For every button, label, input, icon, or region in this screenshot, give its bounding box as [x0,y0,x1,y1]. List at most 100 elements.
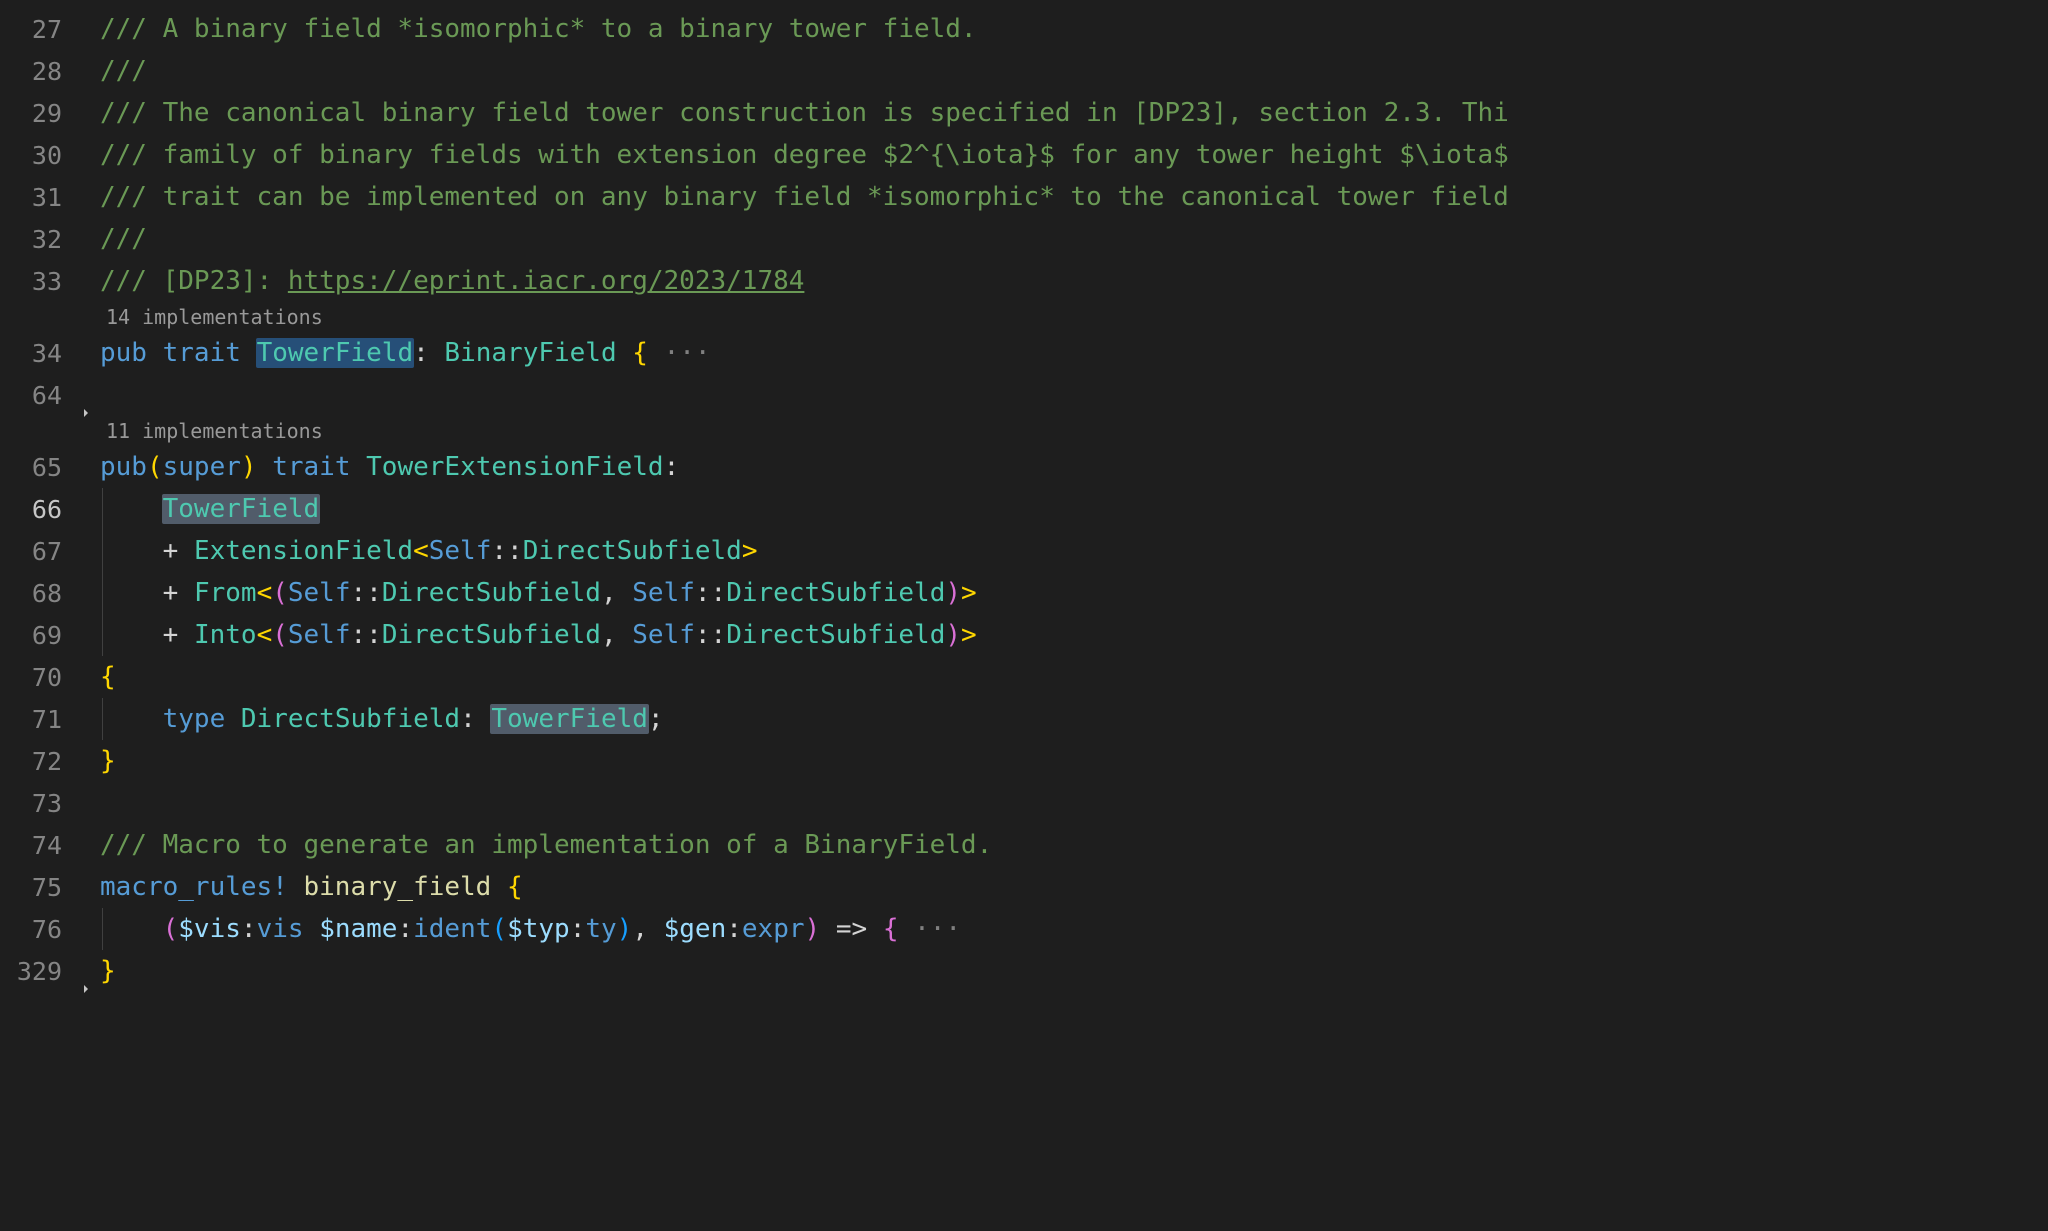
assoc-type: DirectSubfield [726,578,945,608]
code-line[interactable]: + ExtensionField<Self::DirectSubfield> [100,530,2048,572]
line-number[interactable]: 72 [32,740,62,782]
macro-metavar: $name [319,914,397,944]
code-line[interactable]: + Into<(Self::DirectSubfield, Self::Dire… [100,614,2048,656]
comma: , [601,578,632,608]
code-line[interactable]: } [100,950,2048,992]
folded-ellipsis[interactable]: ··· [898,914,961,944]
angle-close: > [961,620,977,650]
code-line[interactable]: ($vis:vis $name:ident($typ:ty), $gen:exp… [100,908,2048,950]
code-line[interactable] [100,782,2048,824]
path-sep: :: [695,578,726,608]
keyword-trait: trait [163,338,241,368]
paren-close: ) [617,914,633,944]
type-ref: From [194,578,257,608]
paren-close: ) [945,620,961,650]
colon: : [413,338,429,368]
code-line[interactable]: /// The canonical binary field tower con… [100,92,2048,134]
line-number[interactable]: 70 [32,656,62,698]
line-number[interactable]: 32 [32,218,62,260]
indent [100,536,163,566]
indent [100,578,163,608]
colon: : [726,914,742,944]
line-number[interactable]: 31 [32,176,62,218]
code-area[interactable]: /// A binary field *isomorphic* to a bin… [90,8,2048,1231]
indent-guide [102,530,103,572]
keyword-macro-rules: macro_rules! [100,872,288,902]
type-ref: ExtensionField [194,536,413,566]
angle-close: > [961,578,977,608]
codelens-row: 14 implementations [100,302,2048,332]
whitespace [867,914,883,944]
code-line[interactable]: pub trait TowerField: BinaryField { ··· [100,332,2048,374]
line-number[interactable]: 33 [32,260,62,302]
code-line[interactable]: /// [100,50,2048,92]
line-number[interactable]: 27 [32,8,62,50]
keyword-self: Self [288,620,351,650]
codelens-implementations[interactable]: 14 implementations [100,305,323,329]
keyword-super: super [163,452,241,482]
keyword-self: Self [632,578,695,608]
code-line[interactable]: + From<(Self::DirectSubfield, Self::Dire… [100,572,2048,614]
whitespace [241,338,257,368]
whitespace [351,452,367,482]
plus: + [163,578,194,608]
frag-spec: ident [413,914,491,944]
comment: /// family of binary fields with extensi… [100,140,1509,170]
line-number[interactable]: 68 [32,572,62,614]
keyword-self: Self [429,536,492,566]
code-line[interactable]: /// [DP23]: https://eprint.iacr.org/2023… [100,260,2048,302]
chevron-right-icon[interactable] [78,345,94,361]
line-number[interactable]: 34 [32,332,62,374]
codelens-row: 11 implementations [100,416,2048,446]
code-line[interactable]: { [100,656,2048,698]
line-number[interactable]: 71 [32,698,62,740]
line-number[interactable]: 66 [32,488,62,530]
assoc-type: DirectSubfield [382,578,601,608]
code-line[interactable]: } [100,740,2048,782]
line-number[interactable]: 69 [32,614,62,656]
brace-open: { [632,338,648,368]
code-line[interactable]: /// trait can be implemented on any bina… [100,176,2048,218]
line-number[interactable]: 76 [32,908,62,950]
whitespace [147,338,163,368]
type-ref: BinaryField [444,338,616,368]
line-number[interactable]: 65 [32,446,62,488]
code-line[interactable]: /// [100,218,2048,260]
line-number-gutter: 27 28 29 30 31 32 33 34 64 65 66 67 68 6… [0,8,90,1231]
folded-ellipsis[interactable]: ··· [648,338,711,368]
code-line[interactable]: pub(super) trait TowerExtensionField: [100,446,2048,488]
path-sep: :: [351,578,382,608]
line-number[interactable]: 30 [32,134,62,176]
active-line-highlight [90,488,2048,530]
code-line[interactable]: /// family of binary fields with extensi… [100,134,2048,176]
whitespace [491,872,507,902]
keyword-type: type [163,704,226,734]
paren-open: ( [272,620,288,650]
line-number[interactable]: 74 [32,824,62,866]
chevron-right-icon[interactable] [78,921,94,937]
code-line[interactable]: /// Macro to generate an implementation … [100,824,2048,866]
line-number[interactable]: 73 [32,782,62,824]
line-number[interactable]: 28 [32,50,62,92]
codelens-implementations[interactable]: 11 implementations [100,419,323,443]
code-line[interactable] [100,374,2048,416]
line-number[interactable]: 29 [32,92,62,134]
type-ref: TowerField [162,494,321,524]
comment: /// trait can be implemented on any bina… [100,182,1509,212]
code-editor[interactable]: 27 28 29 30 31 32 33 34 64 65 66 67 68 6… [0,0,2048,1231]
line-number[interactable]: 75 [32,866,62,908]
code-line[interactable]: TowerField [100,488,2048,530]
doc-link[interactable]: https://eprint.iacr.org/2023/1784 [288,266,805,296]
brace-close: } [100,746,116,776]
code-line[interactable]: type DirectSubfield: TowerField; [100,698,2048,740]
code-line[interactable]: macro_rules! binary_field { [100,866,2048,908]
line-number[interactable]: 67 [32,530,62,572]
code-line[interactable]: /// A binary field *isomorphic* to a bin… [100,8,2048,50]
angle-open: < [413,536,429,566]
paren-open: ( [491,914,507,944]
comma: , [632,914,663,944]
paren-close: ) [945,578,961,608]
line-number[interactable]: 329 [17,950,62,992]
line-number[interactable]: 64 [32,374,62,416]
type-ref: Into [194,620,257,650]
